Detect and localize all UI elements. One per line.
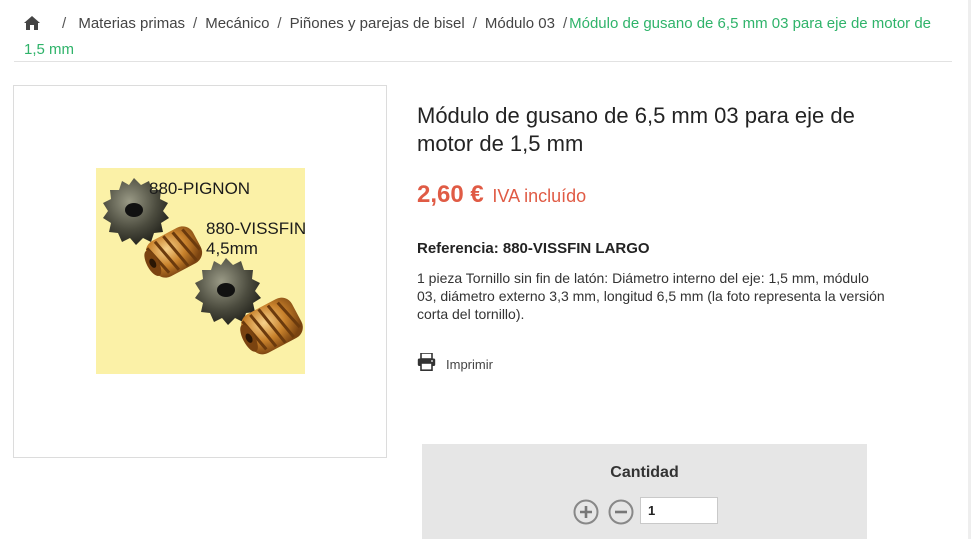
breadcrumb-separator: / bbox=[562, 15, 568, 32]
breadcrumb-separator: / bbox=[277, 15, 282, 32]
photo-label-pignon: 880-PIGNON bbox=[149, 179, 251, 198]
product-description: 1 pieza Tornillo sin fin de latón: Diáme… bbox=[417, 270, 885, 322]
breadcrumb-item-materias-primas[interactable]: Materias primas bbox=[78, 15, 185, 32]
photo-label-vissfin: 880-VISSFIN bbox=[206, 219, 305, 238]
breadcrumb: / Materias primas / Mecánico / Piñones y par… bbox=[24, 12, 949, 62]
quantity-title: Cantidad bbox=[610, 464, 679, 481]
product-image-frame[interactable]: 880-PIGNON 880-VISSFIN 4,5mm bbox=[13, 85, 387, 458]
reference-label: Referencia: bbox=[417, 240, 499, 257]
print-label: Imprimir bbox=[446, 357, 493, 372]
quantity-input[interactable] bbox=[640, 497, 718, 524]
minus-circle-icon[interactable] bbox=[608, 499, 634, 525]
breadcrumb-item-mecanico[interactable]: Mecánico bbox=[205, 15, 269, 32]
product-price: 2,60 € bbox=[417, 181, 484, 208]
breadcrumb-separator: / bbox=[193, 15, 198, 32]
home-icon[interactable] bbox=[24, 14, 40, 38]
breadcrumb-separator: / bbox=[62, 15, 67, 32]
breadcrumb-item-modulo-03[interactable]: Módulo 03 bbox=[485, 15, 555, 32]
product-reference: Referencia: 880-VISSFIN LARGO bbox=[417, 240, 650, 257]
product-photo: 880-PIGNON 880-VISSFIN 4,5mm bbox=[96, 168, 305, 374]
reference-value: 880-VISSFIN LARGO bbox=[502, 240, 650, 257]
print-button[interactable]: Imprimir bbox=[417, 352, 493, 376]
quantity-box: Cantidad bbox=[422, 444, 867, 539]
breadcrumb-item-pinones[interactable]: Piñones y parejas de bisel bbox=[290, 15, 465, 32]
plus-circle-icon[interactable] bbox=[573, 499, 599, 525]
printer-icon bbox=[417, 352, 436, 376]
tax-label: IVA incluído bbox=[492, 186, 587, 206]
breadcrumb-separator: / bbox=[472, 15, 477, 32]
product-price-block: 2,60 € IVA incluído bbox=[417, 181, 586, 209]
product-title: Módulo de gusano de 6,5 mm 03 para eje d… bbox=[417, 103, 855, 156]
breadcrumb-divider bbox=[14, 61, 952, 62]
photo-label-size: 4,5mm bbox=[206, 239, 258, 258]
